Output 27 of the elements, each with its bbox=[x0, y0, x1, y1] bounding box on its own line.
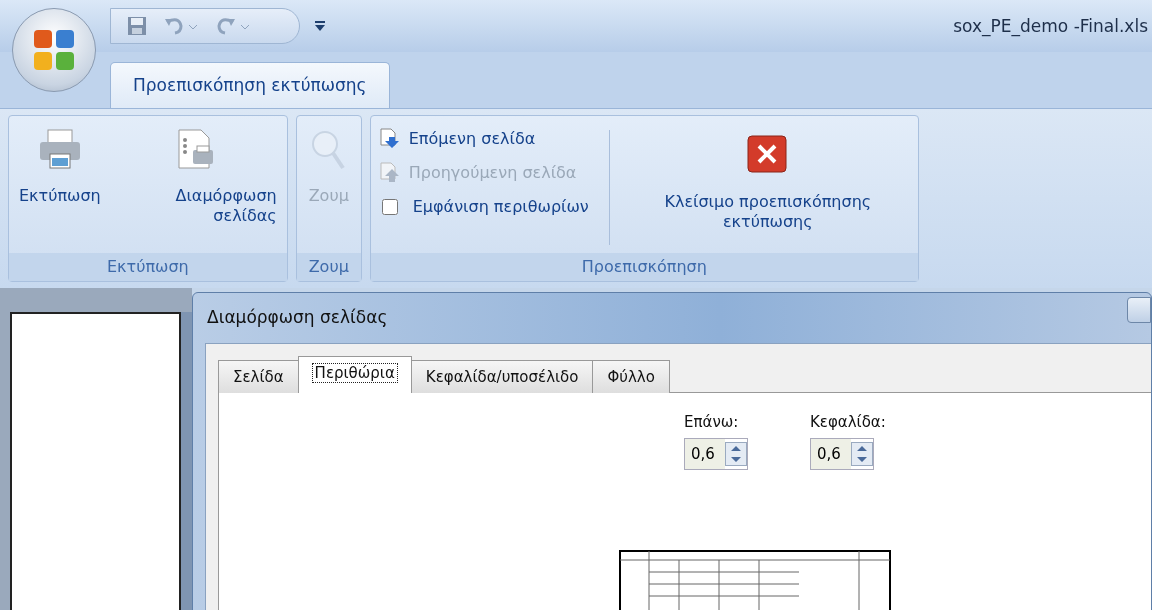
customize-icon[interactable] bbox=[314, 20, 326, 32]
page-up-arrow-icon bbox=[378, 162, 401, 184]
group-label: Προεπισκόπηση bbox=[370, 253, 918, 281]
field-label: Κεφαλίδα: bbox=[810, 412, 886, 433]
checkbox-label[interactable]: Εμφάνιση περιθωρίων bbox=[408, 192, 593, 222]
ribbon-button[interactable]: Επόμενη σελίδα bbox=[374, 124, 597, 154]
margins-checkbox[interactable] bbox=[381, 199, 398, 215]
window-button[interactable] bbox=[1127, 297, 1151, 323]
ribbon-button[interactable]: Κλείσιμο προεπισκόπησης εκτύπωσης bbox=[621, 130, 914, 236]
printer-icon bbox=[37, 128, 82, 172]
ribbon-button[interactable]: Εκτύπωση bbox=[13, 124, 107, 210]
group-label: Εκτύπωση bbox=[9, 253, 287, 281]
dialog-tab[interactable]: Κεφαλίδα/υποσέλιδο bbox=[410, 359, 594, 393]
ribbon-tab[interactable]: Προεπισκόπηση εκτύπωσης bbox=[110, 61, 390, 108]
save-icon bbox=[127, 16, 147, 36]
group-label: Ζουμ bbox=[296, 253, 361, 281]
window-title: sox_PE_demo -Final.xls bbox=[953, 15, 1149, 39]
page-down-arrow-icon bbox=[378, 128, 401, 150]
redo-icon bbox=[215, 16, 251, 36]
undo-icon bbox=[163, 16, 199, 36]
dialog-tab[interactable]: Σελίδα bbox=[218, 359, 299, 393]
ribbon-button[interactable]: Διαμόρφωση σελίδας bbox=[110, 124, 283, 230]
dialog-tab[interactable]: Φύλλο bbox=[592, 359, 670, 393]
office-logo-icon bbox=[32, 28, 76, 72]
field-label: Επάνω: bbox=[684, 412, 740, 433]
dialog-title: Διαμόρφωση σελίδας bbox=[206, 306, 388, 329]
dialog-tab[interactable]: Περιθώρια bbox=[297, 355, 412, 393]
